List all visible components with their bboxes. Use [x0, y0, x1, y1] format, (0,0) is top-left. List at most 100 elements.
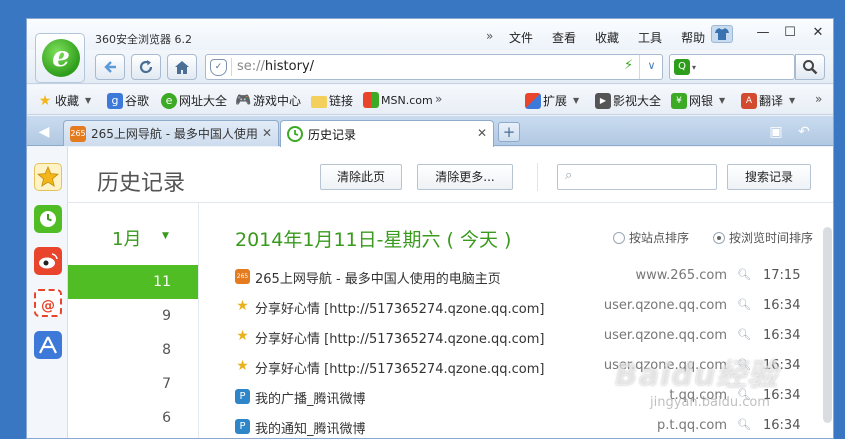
fav-label: 扩展 [543, 94, 568, 108]
search-engine-caret-icon[interactable]: ▾ [692, 63, 696, 72]
address-separator [231, 58, 232, 76]
undo-close-tab-icon[interactable]: ↶ [795, 124, 813, 140]
history-search-input[interactable]: ⌕ [557, 164, 717, 190]
date-list: 1月 ▼ 11 9 8 7 6 [68, 203, 199, 438]
clear-more-button[interactable]: 清除更多... [417, 164, 513, 190]
radio-on-icon[interactable] [713, 231, 725, 244]
msn-icon [363, 92, 379, 108]
home-button[interactable] [167, 54, 197, 80]
share-icon[interactable] [34, 331, 62, 359]
fav-collect[interactable]: ★ 收藏 ▼ [37, 92, 91, 109]
clock-icon [287, 126, 303, 142]
history-row[interactable]: ★ 分享好心情 [http://517365274.qzone.qq.com] … [235, 321, 800, 351]
fav-translate[interactable]: A 翻译 ▼ [741, 92, 795, 109]
fav-label: 谷歌 [125, 94, 150, 108]
search-icon[interactable]: 🔍︎ [737, 418, 751, 431]
address-dropdown-icon[interactable]: ∨ [639, 55, 663, 79]
chevron-down-icon[interactable]: ▼ [789, 96, 795, 105]
maximize-button[interactable]: ☐ [777, 25, 803, 43]
day-item[interactable]: 9 [68, 299, 198, 333]
search-engine-icon[interactable]: Q [674, 59, 690, 75]
close-window-button[interactable]: ✕ [805, 25, 831, 43]
fav-google[interactable]: g 谷歌 [107, 92, 149, 109]
history-row-title[interactable]: 265上网导航 - 最多中国人使用的电脑主页 [255, 268, 501, 287]
address-url[interactable]: se://history/ [237, 59, 314, 74]
menu-overflow-icon[interactable]: » [486, 29, 493, 43]
history-row-title[interactable]: 我的通知_腾讯微博 [255, 418, 366, 437]
search-button[interactable] [795, 54, 825, 80]
day-item[interactable]: 6 [68, 401, 198, 435]
tshirt-icon[interactable] [711, 25, 733, 43]
restore-windows-icon[interactable]: ▣ [767, 124, 785, 140]
favorites-bar: ★ 收藏 ▼ g 谷歌 e 网址大全 🎮 游戏中心 链接 MSN.com » 扩… [27, 85, 833, 115]
menu-view[interactable]: 查看 [552, 29, 576, 46]
close-icon[interactable]: ✕ [477, 126, 487, 140]
tab-sidebar-toggle-icon[interactable]: ◀ [35, 124, 53, 140]
history-row[interactable]: 265 265上网导航 - 最多中国人使用的电脑主页 www.265.com 🔍… [235, 261, 800, 291]
security-shield-icon[interactable]: ✓ [210, 59, 227, 76]
menu-tools[interactable]: 工具 [638, 29, 662, 46]
history-row-time: 16:34 [763, 298, 801, 313]
history-row[interactable]: P 我的通知_腾讯微博 p.t.qq.com 🔍︎ 16:34 [235, 411, 800, 438]
search-history-button[interactable]: 搜索记录 [727, 164, 811, 190]
chevron-down-icon[interactable]: ▼ [573, 96, 579, 105]
menu-file[interactable]: 文件 [509, 29, 533, 46]
back-button[interactable] [95, 54, 125, 80]
back-arrow-icon [104, 61, 116, 73]
tab-265-navigation[interactable]: 265 265上网导航 - 最多中国人使用 ✕ [63, 120, 279, 146]
fav-game-center[interactable]: 🎮 游戏中心 [235, 92, 301, 109]
menu-help[interactable]: 帮助 [681, 29, 705, 46]
search-icon[interactable]: 🔍︎ [737, 268, 751, 281]
refresh-button[interactable] [131, 54, 161, 80]
right-overflow-icon[interactable]: » [815, 92, 822, 106]
url-directory-icon: e [161, 92, 177, 109]
close-icon[interactable]: ✕ [262, 126, 272, 140]
fav-links[interactable]: 链接 [311, 92, 353, 109]
clear-page-button[interactable]: 清除此页 [320, 164, 402, 190]
history-row-title[interactable]: 分享好心情 [http://517365274.qzone.qq.com] [255, 358, 544, 377]
search-icon: ⌕ [565, 168, 573, 183]
folder-icon [311, 95, 327, 108]
favorites-star-icon[interactable] [34, 163, 62, 191]
fav-label: 游戏中心 [253, 94, 302, 108]
history-clock-icon[interactable] [34, 205, 62, 233]
search-icon[interactable]: 🔍︎ [737, 328, 751, 341]
vertical-scrollbar[interactable] [823, 227, 832, 423]
chevron-down-icon[interactable]: ▼ [162, 231, 169, 241]
email-icon[interactable]: @ [34, 289, 62, 317]
sort-by-time-radio[interactable]: 按浏览时间排序 [713, 229, 813, 246]
radio-off-icon[interactable] [613, 231, 625, 244]
fav-label: 网银 [689, 94, 714, 108]
history-row-title[interactable]: 分享好心情 [http://517365274.qzone.qq.com] [255, 298, 544, 317]
fav-extensions[interactable]: 扩展 ▼ [525, 92, 579, 109]
favorites-overflow-icon[interactable]: » [435, 92, 442, 106]
search-icon[interactable]: 🔍︎ [737, 298, 751, 311]
chevron-down-icon[interactable]: ▼ [85, 96, 91, 105]
fav-label: MSN.com [381, 93, 433, 107]
search-box[interactable]: Q ▾ [669, 54, 795, 80]
fav-online-bank[interactable]: ¥ 网银 ▼ [671, 92, 725, 109]
menu-favorites[interactable]: 收藏 [595, 29, 619, 46]
fav-video[interactable]: ▶ 影视大全 [595, 92, 661, 109]
month-selector[interactable]: 1月 [112, 225, 141, 251]
fav-url-directory[interactable]: e 网址大全 [161, 92, 227, 109]
history-row-title[interactable]: 分享好心情 [http://517365274.qzone.qq.com] [255, 328, 544, 347]
day-item[interactable]: 8 [68, 333, 198, 367]
address-bar[interactable]: ✓ se://history/ ⚡ ∨ [205, 54, 663, 80]
speed-mode-icon[interactable]: ⚡ [624, 58, 633, 73]
day-item[interactable]: 7 [68, 367, 198, 401]
new-tab-button[interactable]: + [498, 122, 520, 142]
day-item-selected[interactable]: 11 [68, 265, 198, 299]
chevron-down-icon[interactable]: ▼ [719, 96, 725, 105]
weibo-icon[interactable] [34, 247, 62, 275]
265-site-icon: 265 [70, 125, 86, 142]
refresh-icon [139, 60, 153, 74]
history-row-title[interactable]: 我的广播_腾讯微博 [255, 388, 366, 407]
bank-icon: ¥ [671, 92, 687, 109]
tab-history[interactable]: 历史记录 ✕ [280, 120, 494, 147]
history-row[interactable]: ★ 分享好心情 [http://517365274.qzone.qq.com] … [235, 291, 801, 321]
minimize-button[interactable]: — [750, 25, 776, 43]
sort-by-site-radio[interactable]: 按站点排序 [613, 229, 689, 246]
fav-msn[interactable]: MSN.com [363, 92, 433, 108]
logo-e-icon: e [52, 40, 70, 73]
